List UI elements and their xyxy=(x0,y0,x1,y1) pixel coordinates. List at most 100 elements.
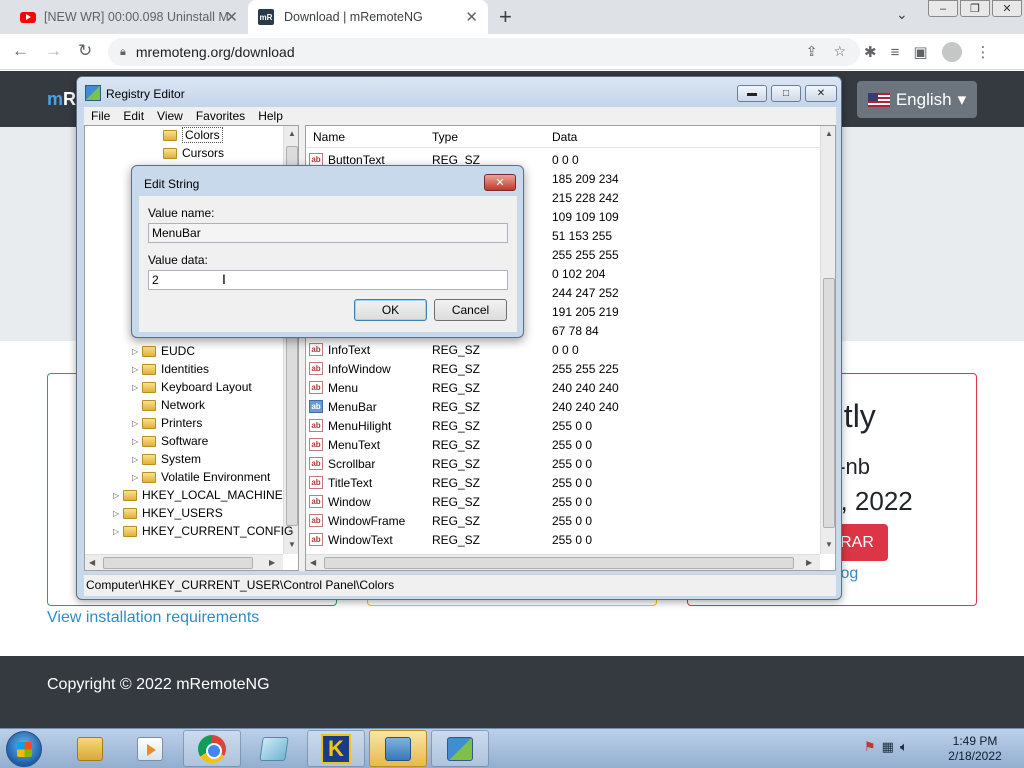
tree-item[interactable]: ▷ Printers xyxy=(132,414,202,432)
bookmark-star-icon[interactable]: ☆ xyxy=(833,43,846,60)
scroll-up-icon[interactable]: ▲ xyxy=(288,129,296,138)
menu-help[interactable]: Help xyxy=(258,109,283,123)
value-data-field[interactable] xyxy=(148,270,508,290)
registry-value-row[interactable]: ab WindowText REG_SZ 255 0 0 xyxy=(306,530,820,549)
tree-item[interactable]: Colors xyxy=(153,126,223,144)
restore-icon[interactable]: ❐ xyxy=(960,0,990,17)
menu-edit[interactable]: Edit xyxy=(123,109,144,123)
tree-item[interactable]: ▷ Software xyxy=(132,432,208,450)
tree-item[interactable]: ▷ Keyboard Layout xyxy=(132,378,252,396)
chevron-down-icon[interactable]: ⌄ xyxy=(896,6,908,23)
tree-item[interactable]: ▷ HKEY_LOCAL_MACHINE xyxy=(113,486,283,504)
menu-dots-icon[interactable]: ⋮ xyxy=(976,43,991,61)
expand-arrow-icon[interactable]: ▷ xyxy=(132,473,142,482)
tree-item[interactable]: ▷ Volatile Environment xyxy=(132,468,270,486)
maximize-button[interactable]: □ xyxy=(771,85,801,102)
tree-item[interactable]: ▷ Identities xyxy=(132,360,209,378)
column-name[interactable]: Name xyxy=(313,130,345,144)
installation-requirements-link[interactable]: View installation requirements xyxy=(47,609,259,627)
back-icon[interactable]: ← xyxy=(12,41,29,61)
scroll-down-icon[interactable]: ▼ xyxy=(288,540,296,549)
menu-view[interactable]: View xyxy=(157,109,183,123)
scroll-down-icon[interactable]: ▼ xyxy=(825,540,833,549)
scroll-left-icon[interactable]: ◀ xyxy=(89,558,95,567)
expand-arrow-icon[interactable]: ▷ xyxy=(132,383,142,392)
taskbar-k-app[interactable]: K xyxy=(307,730,365,767)
scroll-thumb[interactable] xyxy=(324,557,794,569)
taskbar-notepad[interactable] xyxy=(245,730,303,767)
menu-favorites[interactable]: Favorites xyxy=(196,109,245,123)
dialog-close-button[interactable]: ✕ xyxy=(484,174,516,191)
expand-arrow-icon[interactable]: ▷ xyxy=(113,491,123,500)
expand-arrow-icon[interactable]: ▷ xyxy=(132,419,142,428)
action-center-icon[interactable]: ⚑ xyxy=(864,739,876,755)
tree-item[interactable]: ▷ EUDC xyxy=(132,342,195,360)
tab-mremoteng[interactable]: mR Download | mRemoteNG ✕ xyxy=(248,0,488,34)
scroll-thumb[interactable] xyxy=(823,278,835,528)
close-icon[interactable]: ✕ xyxy=(225,8,238,26)
expand-arrow-icon[interactable]: ▷ xyxy=(113,509,123,518)
taskbar-registry-editor[interactable] xyxy=(431,730,489,767)
registry-value-row[interactable]: ab MenuHilight REG_SZ 255 0 0 xyxy=(306,416,820,435)
list-vertical-scrollbar[interactable]: ▲ ▼ xyxy=(820,126,835,554)
tree-horizontal-scrollbar[interactable]: ◀ ▶ xyxy=(85,554,283,570)
minimize-icon[interactable]: – xyxy=(928,0,958,17)
column-data[interactable]: Data xyxy=(552,130,577,144)
system-clock[interactable]: 1:49 PM 2/18/2022 xyxy=(940,734,1010,764)
expand-arrow-icon[interactable]: ▷ xyxy=(132,365,142,374)
registry-value-row[interactable]: ab Menu REG_SZ 240 240 240 xyxy=(306,378,820,397)
tree-item[interactable]: ▷ HKEY_CURRENT_CONFIG xyxy=(113,522,293,540)
registry-value-row[interactable]: ab InfoText REG_SZ 0 0 0 xyxy=(306,340,820,359)
reload-icon[interactable]: ↻ xyxy=(78,41,92,61)
media-icon[interactable]: ≡ xyxy=(891,44,900,61)
ok-button[interactable]: OK xyxy=(354,299,427,321)
site-logo[interactable]: mR xyxy=(47,89,76,110)
taskbar-network-app[interactable] xyxy=(369,730,427,767)
address-bar[interactable]: 🔒︎ mremoteng.org/download ⇪ ☆ xyxy=(108,38,860,66)
expand-arrow-icon[interactable]: ▷ xyxy=(132,455,142,464)
registry-editor-titlebar[interactable]: Registry Editor ▬ □ ✕ xyxy=(77,77,841,107)
profile-avatar[interactable] xyxy=(941,42,962,62)
extensions-icon[interactable]: ✱ xyxy=(864,43,877,61)
forward-icon[interactable]: → xyxy=(45,41,62,61)
expand-arrow-icon[interactable]: ▷ xyxy=(113,527,123,536)
minimize-button[interactable]: ▬ xyxy=(737,85,767,102)
taskbar-media-player[interactable] xyxy=(121,730,179,767)
column-type[interactable]: Type xyxy=(432,130,458,144)
close-icon[interactable]: ✕ xyxy=(465,8,478,26)
network-status-icon[interactable]: ▦ xyxy=(882,739,894,755)
new-tab-icon[interactable]: + xyxy=(499,4,512,30)
tree-item[interactable]: ▷ HKEY_USERS xyxy=(113,504,223,522)
scroll-right-icon[interactable]: ▶ xyxy=(806,558,812,567)
tab-youtube[interactable]: [NEW WR] 00:00.098 Uninstall M ✕ xyxy=(8,0,248,34)
registry-value-row[interactable]: ab InfoWindow REG_SZ 255 255 225 xyxy=(306,359,820,378)
tree-item[interactable]: Network xyxy=(132,396,205,414)
scroll-right-icon[interactable]: ▶ xyxy=(269,558,275,567)
list-horizontal-scrollbar[interactable]: ◀ ▶ xyxy=(306,554,820,570)
registry-value-row[interactable]: ab Scrollbar REG_SZ 255 0 0 xyxy=(306,454,820,473)
registry-value-row[interactable]: ab WindowFrame REG_SZ 255 0 0 xyxy=(306,511,820,530)
language-dropdown[interactable]: English ▾ xyxy=(857,81,977,118)
expand-arrow-icon[interactable]: ▷ xyxy=(132,437,142,446)
volume-icon[interactable]: 🔈︎ xyxy=(900,739,908,755)
taskbar-windows-explorer[interactable] xyxy=(61,730,119,767)
close-button[interactable]: ✕ xyxy=(805,85,837,102)
scroll-up-icon[interactable]: ▲ xyxy=(825,129,833,138)
tree-item[interactable]: Cursors xyxy=(153,144,224,162)
side-panel-icon[interactable]: ▣ xyxy=(913,43,927,61)
tree-item[interactable]: ▷ System xyxy=(132,450,201,468)
value-name-field[interactable] xyxy=(148,223,508,243)
registry-value-row[interactable]: ab TitleText REG_SZ 255 0 0 xyxy=(306,473,820,492)
registry-value-row[interactable]: ab MenuText REG_SZ 255 0 0 xyxy=(306,435,820,454)
cancel-button[interactable]: Cancel xyxy=(434,299,507,321)
start-button[interactable] xyxy=(6,731,42,767)
share-icon[interactable]: ⇪ xyxy=(806,43,818,60)
close-icon[interactable]: ✕ xyxy=(992,0,1022,17)
expand-arrow-icon[interactable]: ▷ xyxy=(132,347,142,356)
registry-value-row[interactable]: ab Window REG_SZ 255 0 0 xyxy=(306,492,820,511)
scroll-thumb[interactable] xyxy=(103,557,253,569)
registry-value-row[interactable]: ab MenuBar REG_SZ 240 240 240 xyxy=(306,397,820,416)
taskbar-google-chrome[interactable] xyxy=(183,730,241,767)
scroll-left-icon[interactable]: ◀ xyxy=(310,558,316,567)
menu-file[interactable]: File xyxy=(91,109,110,123)
